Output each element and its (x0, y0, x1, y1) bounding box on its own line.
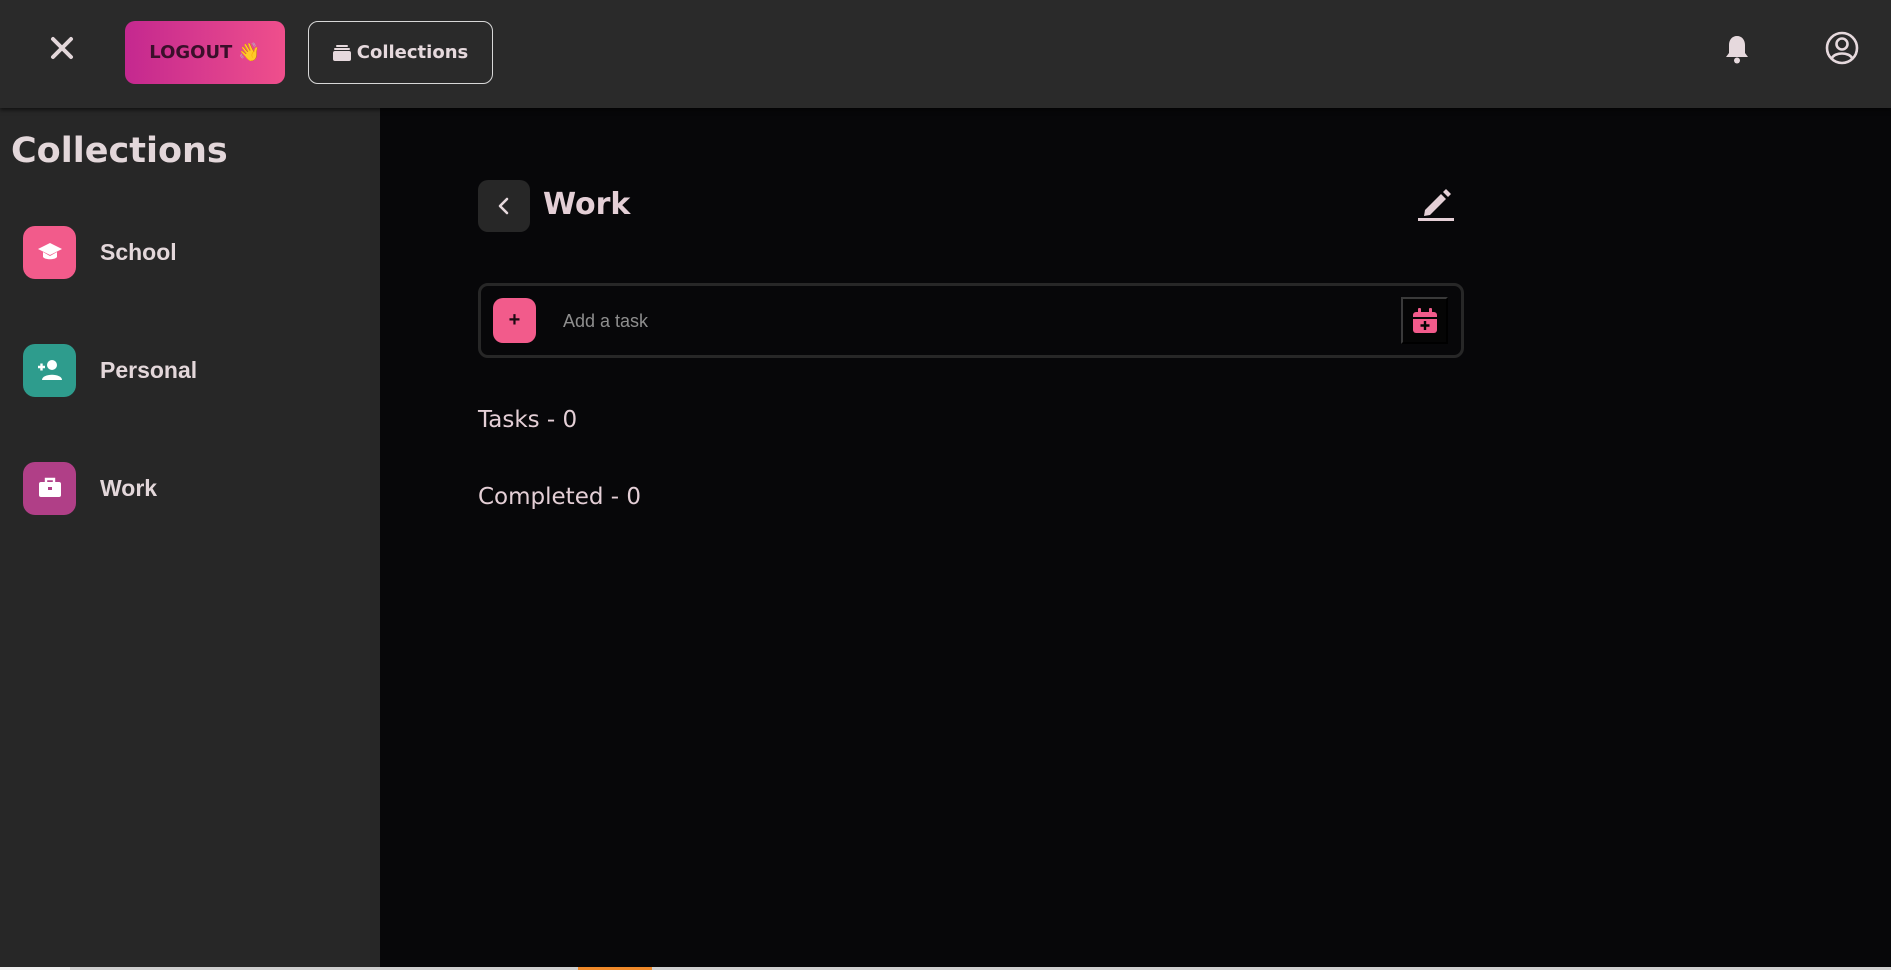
edit-collection-button[interactable] (1416, 184, 1456, 224)
notifications-button[interactable] (1720, 32, 1754, 66)
tasks-count: Tasks - 0 (478, 407, 578, 433)
due-date-button[interactable] (1401, 297, 1448, 344)
add-task-button[interactable]: + (493, 298, 536, 343)
close-button[interactable] (44, 30, 80, 66)
collections-button-label: Collections (356, 42, 469, 63)
briefcase-icon (23, 461, 76, 515)
close-icon (51, 37, 73, 59)
top-bar: LOGOUT 👋 Collections (0, 0, 1891, 108)
add-task-bar: + (478, 283, 1464, 358)
sidebar-item-school[interactable]: School (23, 225, 353, 279)
sidebar-item-label: School (100, 238, 177, 265)
collections-button[interactable]: Collections (308, 21, 493, 84)
stack-icon (332, 44, 351, 61)
pencil-icon (1418, 189, 1454, 221)
account-button[interactable] (1824, 30, 1860, 66)
calendar-add-icon (1412, 307, 1437, 333)
logout-label: LOGOUT (149, 42, 233, 63)
graduation-cap-icon (23, 225, 76, 279)
sidebar: Collections School Personal Work (0, 108, 380, 970)
wave-emoji-icon: 👋 (238, 42, 261, 63)
sidebar-item-label: Work (100, 474, 158, 501)
chevron-left-icon (498, 197, 509, 215)
back-button[interactable] (478, 180, 530, 232)
sidebar-item-personal[interactable]: Personal (23, 343, 353, 397)
sidebar-item-label: Personal (100, 356, 198, 383)
bell-icon (1726, 36, 1748, 64)
main-content: Work + Tasks - 0 Completed - 0 (380, 108, 1891, 970)
completed-count: Completed - 0 (478, 484, 641, 510)
account-circle-icon (1825, 31, 1859, 65)
sidebar-item-work[interactable]: Work (23, 461, 353, 515)
page-title: Work (543, 187, 631, 222)
add-task-input[interactable] (563, 300, 1363, 342)
sidebar-title: Collections (11, 131, 228, 171)
logout-button[interactable]: LOGOUT 👋 (125, 21, 285, 84)
person-add-icon (23, 343, 76, 397)
